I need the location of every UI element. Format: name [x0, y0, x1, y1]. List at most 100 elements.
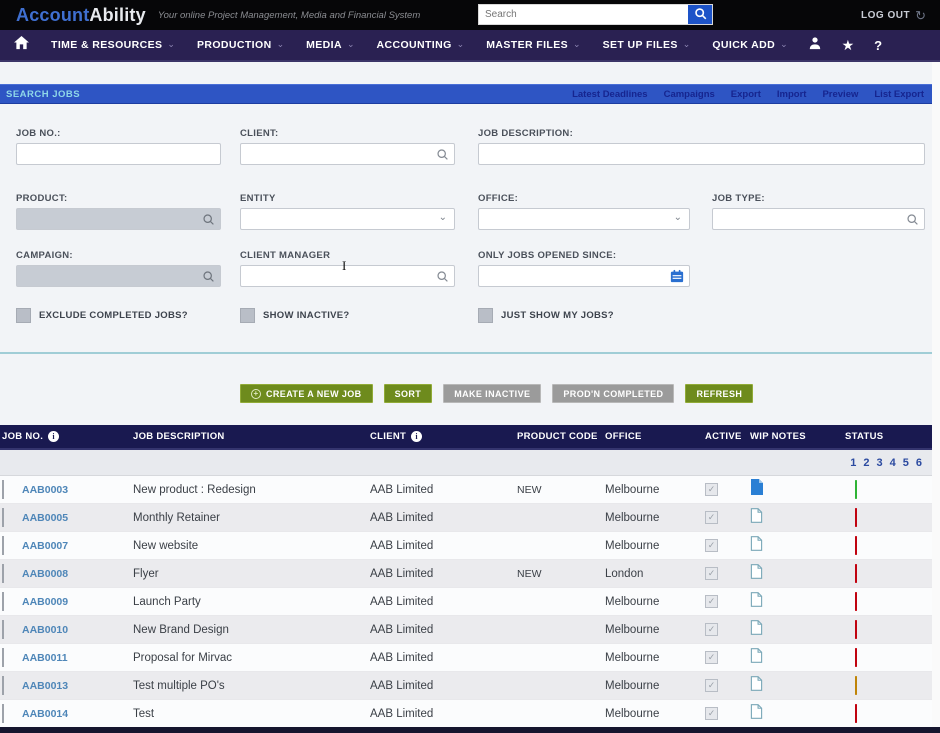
row-select-checkbox[interactable] [2, 507, 4, 527]
status-pill[interactable] [855, 591, 857, 611]
search-icon [694, 7, 707, 23]
row-select-checkbox[interactable] [2, 479, 4, 499]
row-select-checkbox[interactable] [2, 619, 4, 639]
search-lookup-icon[interactable] [436, 270, 449, 288]
job-no-link[interactable]: AAB0005 [20, 512, 133, 524]
job-no-label: JOB NO.: [16, 128, 61, 139]
row-select-checkbox[interactable] [2, 591, 4, 611]
logo-part-account: Account [16, 4, 90, 25]
row-select-checkbox[interactable] [2, 647, 4, 667]
opened-since-field[interactable] [479, 270, 689, 282]
nav-item-production[interactable]: PRODUCTION ⌄ [197, 39, 284, 51]
wip-note-icon[interactable] [750, 563, 763, 583]
page-1[interactable]: 1 [850, 457, 856, 469]
column-job-no[interactable]: JOB NO. i [0, 431, 133, 442]
info-icon[interactable]: i [411, 431, 423, 442]
status-pill[interactable] [855, 647, 857, 667]
column-office[interactable]: OFFICE [605, 431, 705, 442]
job-no-link[interactable]: AAB0011 [20, 652, 133, 664]
page-6[interactable]: 6 [916, 457, 922, 469]
just-show-my-jobs-checkbox[interactable] [478, 308, 493, 323]
nav-item-master-files[interactable]: MASTER FILES ⌄ [486, 39, 580, 51]
nav-item-accounting[interactable]: ACCOUNTING ⌄ [377, 39, 465, 51]
column-status[interactable]: STATUS [845, 431, 932, 442]
chevron-down-icon: ⌄ [346, 38, 355, 49]
job-description-field[interactable] [479, 148, 924, 160]
row-select-checkbox[interactable] [2, 675, 4, 695]
wip-note-icon[interactable] [750, 507, 763, 527]
status-pill[interactable] [855, 479, 857, 499]
top-bar: AccountAbility Your online Project Manag… [0, 0, 940, 30]
nav-item-time-resources[interactable]: TIME & RESOURCES ⌄ [51, 39, 175, 51]
job-no-link[interactable]: AAB0013 [20, 680, 133, 692]
nav-item-quick-add[interactable]: QUICK ADD ⌄ [712, 39, 787, 51]
column-client[interactable]: CLIENT i [370, 431, 517, 442]
wip-note-icon[interactable] [750, 619, 763, 639]
link-campaigns[interactable]: Campaigns [664, 89, 715, 100]
search-button[interactable] [688, 5, 712, 24]
page-3[interactable]: 3 [877, 457, 883, 469]
job-no-link[interactable]: AAB0008 [20, 568, 133, 580]
info-icon[interactable]: i [48, 431, 60, 442]
logout-button[interactable]: LOG OUT ↻ [861, 0, 926, 30]
status-pill[interactable] [855, 703, 857, 723]
favorites-button[interactable]: ★ [842, 37, 855, 54]
office-select[interactable]: ⌄ [478, 208, 690, 230]
calendar-icon[interactable] [670, 269, 684, 288]
client-manager-field[interactable] [241, 270, 454, 282]
column-job-description[interactable]: JOB DESCRIPTION [133, 431, 370, 442]
client-field[interactable] [241, 148, 454, 160]
status-pill[interactable] [855, 563, 857, 583]
wip-note-icon[interactable] [750, 675, 763, 695]
help-button[interactable]: ? [874, 38, 882, 53]
wip-note-icon[interactable] [750, 535, 763, 555]
status-pill[interactable] [855, 535, 857, 555]
page-2[interactable]: 2 [863, 457, 869, 469]
exclude-completed-checkbox[interactable] [16, 308, 31, 323]
page-5[interactable]: 5 [903, 457, 909, 469]
status-pill[interactable] [855, 619, 857, 639]
column-active[interactable]: ACTIVE [705, 431, 750, 442]
link-list-export[interactable]: List Export [874, 89, 924, 100]
status-pill[interactable] [855, 675, 857, 695]
search-input[interactable] [479, 5, 688, 24]
nav-item-media[interactable]: MEDIA ⌄ [306, 39, 354, 51]
row-select-checkbox[interactable] [2, 563, 4, 583]
job-type-field[interactable] [713, 213, 924, 225]
home-button[interactable] [14, 35, 29, 55]
link-preview[interactable]: Preview [822, 89, 858, 100]
product-code-cell: NEW [517, 567, 542, 580]
search-lookup-icon[interactable] [906, 213, 919, 231]
show-inactive-checkbox[interactable] [240, 308, 255, 323]
column-product-code[interactable]: PRODUCT CODE [517, 431, 605, 442]
create-new-job-button[interactable]: + CREATE A NEW JOB [240, 384, 373, 403]
link-latest-deadlines[interactable]: Latest Deadlines [572, 89, 648, 100]
refresh-button[interactable]: REFRESH [685, 384, 754, 403]
status-pill[interactable] [855, 507, 857, 527]
star-icon: ★ [841, 36, 855, 53]
prodn-completed-button[interactable]: PROD'N COMPLETED [552, 384, 675, 403]
scrollbar-track[interactable] [932, 62, 940, 733]
row-select-checkbox[interactable] [2, 535, 4, 555]
job-no-link[interactable]: AAB0009 [20, 596, 133, 608]
wip-note-icon[interactable] [750, 703, 763, 723]
user-profile-button[interactable] [808, 36, 822, 55]
make-inactive-button[interactable]: MAKE INACTIVE [443, 384, 542, 403]
job-no-link[interactable]: AAB0014 [20, 708, 133, 720]
link-export[interactable]: Export [731, 89, 761, 100]
wip-note-icon[interactable] [750, 591, 763, 611]
job-no-link[interactable]: AAB0010 [20, 624, 133, 636]
entity-select[interactable]: ⌄ [240, 208, 455, 230]
link-import[interactable]: Import [777, 89, 807, 100]
nav-item-set-up-files[interactable]: SET UP FILES ⌄ [603, 39, 691, 51]
job-no-field[interactable] [17, 148, 220, 160]
search-lookup-icon[interactable] [436, 148, 449, 166]
sort-button[interactable]: SORT [383, 384, 433, 403]
page-4[interactable]: 4 [890, 457, 896, 469]
wip-note-icon[interactable] [750, 647, 763, 667]
wip-note-icon[interactable] [750, 479, 764, 499]
job-no-link[interactable]: AAB0003 [20, 484, 133, 496]
job-no-link[interactable]: AAB0007 [20, 540, 133, 552]
column-wip-notes[interactable]: WIP NOTES [750, 431, 845, 442]
row-select-checkbox[interactable] [2, 703, 4, 723]
